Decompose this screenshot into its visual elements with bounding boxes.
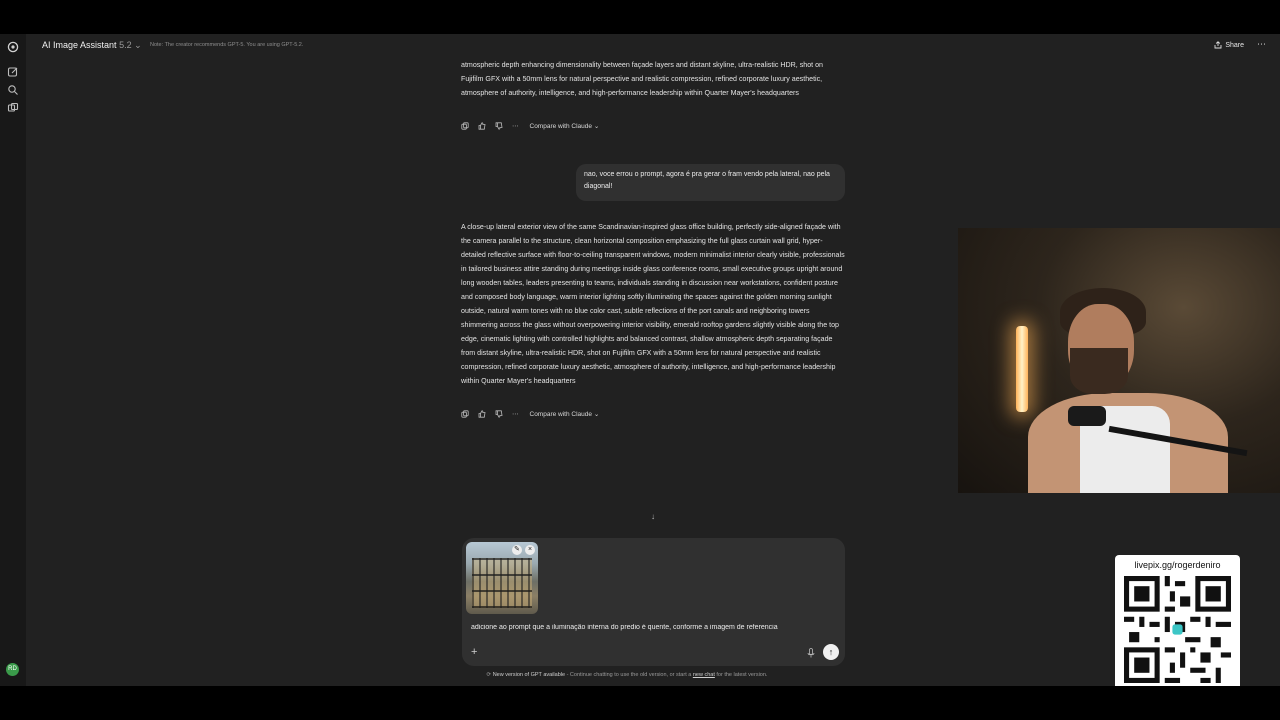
- share-button[interactable]: Share: [1214, 41, 1244, 49]
- thumbs-up-icon[interactable]: [478, 122, 486, 130]
- share-icon: [1214, 41, 1222, 49]
- notice-bold: New version of GPT available: [492, 672, 566, 678]
- streamer-beard: [1070, 348, 1128, 394]
- webcam-overlay: [958, 228, 1280, 493]
- model-note: Note: The creator recommends GPT-5. You …: [150, 42, 304, 48]
- plus-icon[interactable]: +: [471, 646, 477, 658]
- assistant-title: AI Image Assistant: [42, 40, 117, 50]
- copy-icon[interactable]: [461, 410, 469, 418]
- left-rail: RD: [0, 34, 26, 686]
- microphone: [1068, 406, 1106, 426]
- close-icon[interactable]: ×: [525, 545, 535, 555]
- qr-overlay: livepix.gg/rogerdeniro: [1115, 555, 1240, 690]
- qr-code: [1124, 576, 1231, 683]
- new-chat-icon[interactable]: [7, 66, 19, 78]
- ellipsis-icon[interactable]: ⋯: [512, 410, 519, 418]
- share-label: Share: [1225, 41, 1244, 49]
- arrow-down-icon[interactable]: ↓: [646, 510, 660, 524]
- ellipsis-icon[interactable]: ⋯: [512, 122, 519, 130]
- assistant-message-previous: atmospheric depth enhancing dimensionali…: [461, 61, 823, 97]
- building-photo: [472, 558, 532, 608]
- send-icon: ↑: [828, 647, 834, 657]
- user-message-text: nao, voce errou o prompt, agora é pra ge…: [584, 171, 830, 190]
- mic-icon[interactable]: [807, 648, 815, 658]
- refresh-icon: ⟳: [486, 672, 492, 678]
- library-icon[interactable]: [7, 102, 19, 114]
- compare-label: Compare with Claude: [529, 411, 593, 418]
- message-actions-previous: ⋯ Compare with Claude ⌄: [461, 121, 599, 131]
- notice-text-1: - Continue chatting to use the old versi…: [565, 672, 693, 678]
- chat-app: RD AI Image Assistant 5.2 ⌄ Note: The cr…: [0, 34, 1280, 686]
- compare-with-claude-button[interactable]: Compare with Claude ⌄: [530, 410, 600, 418]
- new-version-notice: ⟳ New version of GPT available - Continu…: [0, 672, 1254, 678]
- new-chat-link[interactable]: new chat: [693, 672, 715, 678]
- copy-icon[interactable]: [461, 122, 469, 130]
- bottom-bar: [0, 686, 1280, 720]
- top-header: AI Image Assistant 5.2 ⌄ Note: The creat…: [26, 34, 1280, 58]
- lamp: [1016, 326, 1028, 412]
- edit-icon[interactable]: ✎: [512, 545, 522, 555]
- openai-logo-icon[interactable]: [7, 41, 19, 53]
- chevron-down-icon: ⌄: [134, 40, 142, 50]
- search-icon[interactable]: [7, 84, 19, 96]
- send-button[interactable]: ↑: [823, 644, 839, 660]
- thumbs-up-icon[interactable]: [478, 410, 486, 418]
- thumbs-down-icon[interactable]: [495, 122, 503, 130]
- qr-label: livepix.gg/rogerdeniro: [1134, 560, 1221, 570]
- thumbs-down-icon[interactable]: [495, 410, 503, 418]
- prompt-input[interactable]: adicione ao prompt que a iluminação inte…: [471, 624, 841, 631]
- assistant-message: A close-up lateral exterior view of the …: [461, 223, 845, 385]
- compare-with-claude-button[interactable]: Compare with Claude ⌄: [530, 122, 600, 130]
- compare-label: Compare with Claude: [529, 123, 593, 130]
- attached-reference-image[interactable]: ✎ ×: [466, 542, 538, 614]
- model-selector[interactable]: AI Image Assistant 5.2 ⌄: [42, 40, 142, 51]
- message-actions: ⋯ Compare with Claude ⌄: [461, 409, 599, 419]
- version-label: 5.2: [119, 40, 132, 50]
- more-icon[interactable]: ⋯: [1257, 39, 1266, 50]
- message-composer: ✎ × adicione ao prompt que a iluminação …: [462, 538, 845, 666]
- notice-text-2: for the latest version.: [714, 672, 768, 678]
- user-message-bubble: nao, voce errou o prompt, agora é pra ge…: [576, 164, 845, 201]
